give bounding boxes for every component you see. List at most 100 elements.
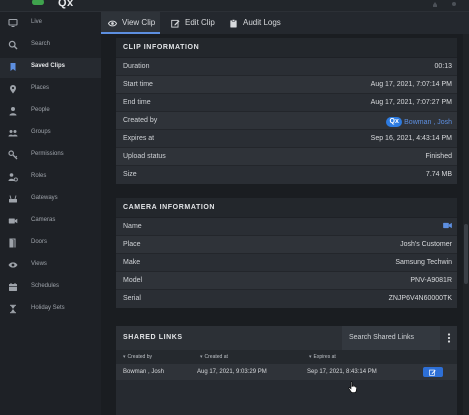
sidebar-item-label: Cameras xyxy=(31,217,56,223)
content-scrollbar[interactable] xyxy=(463,34,469,415)
sidebar-item-gateways[interactable]: Gateways xyxy=(0,190,101,210)
row-label: Size xyxy=(123,171,137,178)
clip-information-panel: CLIP INFORMATION Duration 00:13 Start ti… xyxy=(116,38,457,184)
clip-row-duration: Duration 00:13 xyxy=(116,58,457,76)
sidebar-item-label: Live xyxy=(31,19,43,25)
bookmark-icon xyxy=(8,62,18,72)
creator-name: Bowman , Josh xyxy=(404,118,452,126)
clip-tabs: View Clip Edit Clip Audit Logs xyxy=(101,12,469,34)
sidebar-item-label: Groups xyxy=(31,129,51,135)
cell-created-by: Bowman , Josh xyxy=(123,369,165,375)
sidebar-item-search[interactable]: Search xyxy=(0,36,101,56)
sidebar-item-label: Views xyxy=(31,261,47,267)
row-label: Place xyxy=(123,241,141,248)
row-label: Duration xyxy=(123,63,150,70)
table-row[interactable]: Bowman , Josh Aug 17, 2021, 9:03:29 PM S… xyxy=(116,364,457,380)
row-label: Serial xyxy=(123,295,141,302)
sidebar-item-label: Roles xyxy=(31,173,47,179)
sidebar-item-permissions[interactable]: Permissions xyxy=(0,146,101,166)
camera-row-model: Model PNV-A9081R xyxy=(116,272,457,290)
more-options-icon[interactable] xyxy=(445,332,453,344)
cell-created-at: Aug 17, 2021, 9:03:29 PM xyxy=(197,369,267,375)
panel-title: CAMERA INFORMATION xyxy=(123,204,216,211)
column-header-label: Created by xyxy=(127,354,152,360)
tab-audit-logs[interactable]: Audit Logs xyxy=(222,12,284,34)
tab-label: View Clip xyxy=(122,18,156,27)
person-icon xyxy=(8,106,18,116)
row-value: Aug 17, 2021, 7:07:27 PM xyxy=(370,99,452,106)
sidebar-item-label: Gateways xyxy=(31,195,58,201)
groups-icon xyxy=(8,128,18,138)
door-icon xyxy=(8,238,18,248)
row-label: Name xyxy=(123,223,142,230)
sidebar-item-saved-clips[interactable]: Saved Clips xyxy=(0,58,101,78)
tab-label: Audit Logs xyxy=(243,18,281,27)
camera-video-icon[interactable] xyxy=(443,222,452,231)
sort-icon: ▾ xyxy=(309,354,312,360)
panel-title: CLIP INFORMATION xyxy=(123,44,200,51)
creator-link[interactable]: Qx Bowman , Josh xyxy=(386,117,452,127)
gateway-icon xyxy=(8,194,18,204)
search-placeholder: Search Shared Links xyxy=(349,334,414,341)
sidebar-item-views[interactable]: Views xyxy=(0,256,101,276)
sidebar-item-label: Saved Clips xyxy=(31,63,66,69)
scrollbar-thumb[interactable] xyxy=(464,224,468,284)
sidebar-item-places[interactable]: Places xyxy=(0,80,101,100)
brand-logo-text: Qx xyxy=(58,0,74,9)
sort-icon: ▾ xyxy=(200,354,203,360)
panel-title: SHARED LINKS xyxy=(123,334,183,341)
sidebar-item-people[interactable]: People xyxy=(0,102,101,122)
sidebar-item-groups[interactable]: Groups xyxy=(0,124,101,144)
clip-row-size: Size 7.74 MB xyxy=(116,166,457,184)
clip-row-upload-status: Upload status Finished xyxy=(116,148,457,166)
search-icon xyxy=(8,40,18,50)
tab-label: Edit Clip xyxy=(185,18,215,27)
clip-row-end-time: End time Aug 17, 2021, 7:07:27 PM xyxy=(116,94,457,112)
row-value: ZNJP6V4N60000TK xyxy=(388,295,452,302)
tab-view-clip[interactable]: View Clip xyxy=(101,12,160,34)
shared-links-panel: SHARED LINKS Search Shared Links ▾ Create… xyxy=(116,326,457,415)
sidebar-item-cameras[interactable]: Cameras xyxy=(0,212,101,232)
row-value: Josh's Customer xyxy=(400,241,452,248)
row-value: 7.74 MB xyxy=(425,171,452,178)
column-header-created-at[interactable]: ▾ Created at xyxy=(200,354,228,360)
sidebar-item-label: People xyxy=(31,107,50,113)
row-value: Samsung Techwin xyxy=(395,259,452,266)
sidebar-item-label: Holiday Sets xyxy=(31,305,65,311)
column-header-created-by[interactable]: ▾ Created by xyxy=(123,354,152,360)
edit-icon xyxy=(429,369,436,376)
brand-logo-icon xyxy=(32,0,44,5)
row-value: Sep 16, 2021, 4:43:14 PM xyxy=(370,135,452,142)
main-content: CLIP INFORMATION Duration 00:13 Start ti… xyxy=(101,34,469,415)
calendar-icon xyxy=(8,282,18,292)
roles-icon xyxy=(8,172,18,182)
notification-icon[interactable] xyxy=(431,1,439,9)
sidebar-nav: Live Search Saved Clips Places People Gr… xyxy=(0,12,101,415)
shared-links-search-input[interactable]: Search Shared Links xyxy=(342,326,440,350)
sidebar-item-live[interactable]: Live xyxy=(0,14,101,34)
sidebar-item-label: Schedules xyxy=(31,283,60,289)
column-header-expires-at[interactable]: ▾ Expires at xyxy=(309,354,336,360)
sidebar-item-roles[interactable]: Roles xyxy=(0,168,101,188)
row-value: 00:13 xyxy=(434,63,452,70)
cell-expires-at: Sep 17, 2021, 8:43:14 PM xyxy=(307,369,377,375)
sidebar-item-holiday-sets[interactable]: Holiday Sets xyxy=(0,300,101,320)
camera-information-header: CAMERA INFORMATION xyxy=(116,198,457,218)
hand-cursor-icon xyxy=(348,381,357,393)
tab-edit-clip[interactable]: Edit Clip xyxy=(164,12,220,34)
sidebar-item-doors[interactable]: Doors xyxy=(0,234,101,254)
sidebar-item-schedules[interactable]: Schedules xyxy=(0,278,101,298)
edit-shared-link-button[interactable] xyxy=(423,367,443,377)
user-menu-icon[interactable] xyxy=(450,1,458,9)
camera-icon xyxy=(8,216,18,226)
shared-links-table-header: ▾ Created by ▾ Created at ▾ Expires at xyxy=(116,350,457,364)
app-root: Qx Live Search Saved Clips Places People xyxy=(0,0,469,415)
edit-icon xyxy=(171,19,180,28)
monitor-icon xyxy=(8,18,18,28)
clip-information-header: CLIP INFORMATION xyxy=(116,38,457,58)
eye-icon xyxy=(108,19,117,28)
sidebar-item-label: Permissions xyxy=(31,151,64,157)
sort-icon: ▾ xyxy=(123,354,126,360)
column-header-label: Expires at xyxy=(313,354,336,360)
eye-icon xyxy=(8,260,18,270)
